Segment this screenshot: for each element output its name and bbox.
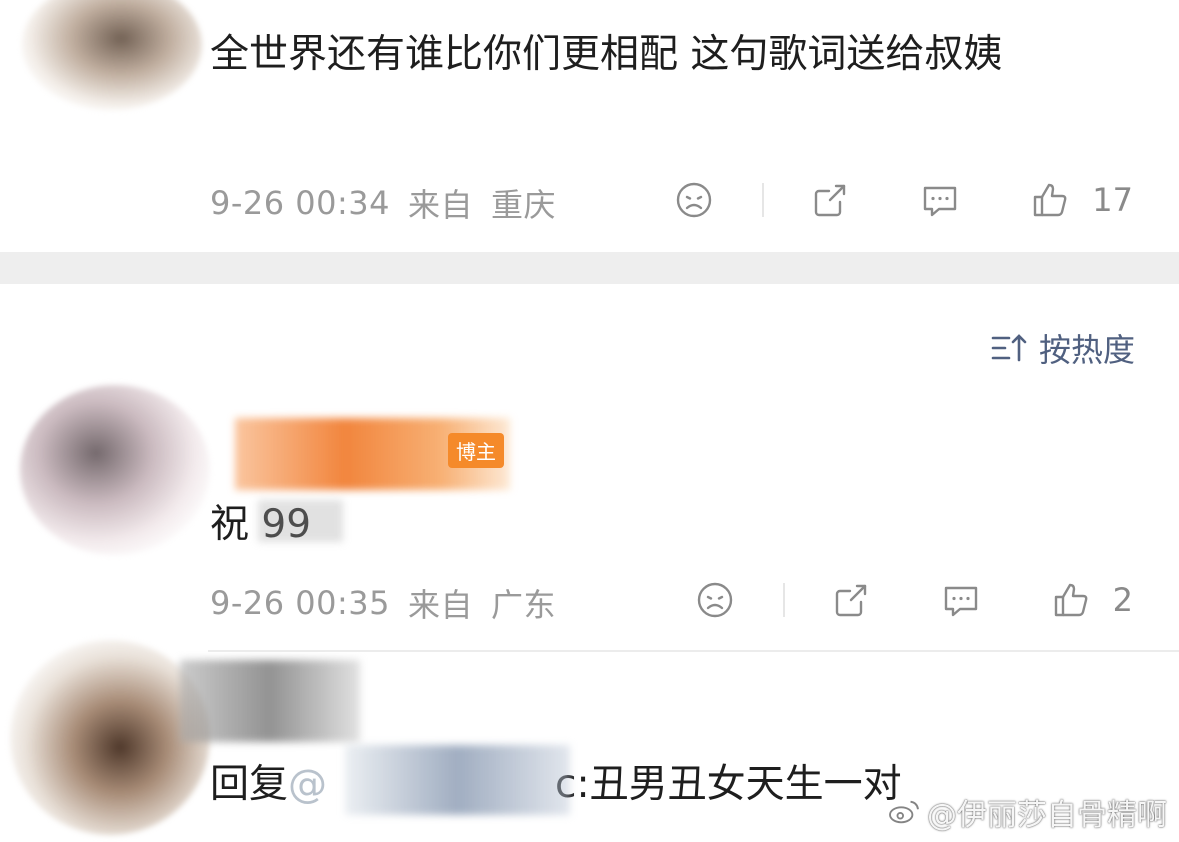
comment-location: 广东 bbox=[491, 586, 557, 624]
comment-meta: 9-26 00:35 来自 广东 bbox=[210, 580, 556, 626]
comment-from-label: 来自 bbox=[408, 186, 474, 224]
redacted-username[interactable] bbox=[180, 660, 360, 742]
sort-icon bbox=[991, 334, 1027, 362]
watermark-text: @伊丽莎自骨精啊 bbox=[927, 798, 1167, 833]
comment-feed: 全世界还有谁比你们更相配 这句歌词送给叔姨 9-26 00:34 来自 重庆 1… bbox=[0, 0, 1179, 842]
like-icon[interactable] bbox=[1049, 578, 1093, 622]
reply-at-mention[interactable]: @ bbox=[288, 762, 327, 807]
like-count: 2 bbox=[1112, 581, 1133, 619]
redacted-mention bbox=[345, 745, 570, 815]
sort-label: 按热度 bbox=[1038, 331, 1135, 369]
like-count: 17 bbox=[1092, 181, 1133, 219]
comment-location: 重庆 bbox=[491, 186, 557, 224]
comment-meta: 9-26 00:34 来自 重庆 bbox=[210, 180, 556, 226]
share-icon[interactable] bbox=[829, 578, 873, 622]
comment-time: 9-26 00:35 bbox=[210, 584, 391, 622]
share-icon[interactable] bbox=[808, 178, 852, 222]
section-separator bbox=[0, 252, 1179, 284]
comment-actions: 17 bbox=[672, 178, 1133, 222]
divider bbox=[782, 583, 785, 617]
weibo-logo-icon bbox=[889, 800, 919, 824]
reply-prefix: 回复 bbox=[210, 762, 289, 807]
reply-body: c:丑男丑女天生一对 bbox=[555, 762, 902, 807]
author-badge: 博主 bbox=[448, 433, 504, 468]
comment-from-label: 来自 bbox=[408, 586, 474, 624]
comment-actions: 2 bbox=[693, 578, 1133, 622]
reply-icon[interactable] bbox=[939, 578, 983, 622]
redaction-overlay bbox=[258, 500, 343, 542]
dislike-icon[interactable] bbox=[693, 578, 737, 622]
avatar[interactable] bbox=[20, 385, 210, 555]
comment-time: 9-26 00:34 bbox=[210, 184, 391, 222]
avatar[interactable] bbox=[22, 0, 202, 110]
comment-divider bbox=[208, 650, 1179, 652]
watermark: @伊丽莎自骨精啊 bbox=[887, 790, 1167, 834]
comment-text: 全世界还有谁比你们更相配 这句歌词送给叔姨 bbox=[210, 32, 1003, 77]
divider bbox=[762, 183, 765, 217]
reply-icon[interactable] bbox=[918, 178, 962, 222]
dislike-icon[interactable] bbox=[672, 178, 716, 222]
sort-by-hot-button[interactable]: 按热度 bbox=[989, 325, 1135, 371]
like-icon[interactable] bbox=[1028, 178, 1072, 222]
